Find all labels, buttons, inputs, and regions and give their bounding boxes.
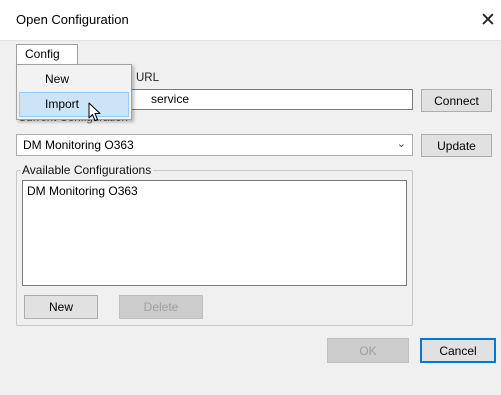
- title-bar-divider: [0, 40, 501, 41]
- current-configuration-value: DM Monitoring O363: [23, 138, 134, 152]
- title-bar: Open Configuration ✕: [0, 0, 501, 40]
- update-button[interactable]: Update: [421, 134, 492, 157]
- mouse-pointer-icon: [88, 102, 101, 121]
- close-icon: ✕: [480, 9, 496, 31]
- service-url-label: URL: [136, 72, 160, 84]
- delete-configuration-button[interactable]: Delete: [119, 295, 203, 319]
- connect-button[interactable]: Connect: [421, 89, 492, 112]
- menu-item-new[interactable]: New: [19, 67, 129, 92]
- close-button[interactable]: ✕: [475, 6, 501, 34]
- menu-item-import[interactable]: Import: [19, 92, 129, 117]
- new-configuration-button[interactable]: New: [24, 295, 98, 319]
- available-configurations-legend: Available Configurations: [20, 163, 154, 177]
- menu-config[interactable]: Config: [16, 44, 78, 65]
- ok-button[interactable]: OK: [327, 338, 409, 363]
- available-configurations-list[interactable]: DM Monitoring O363: [22, 180, 407, 286]
- open-configuration-dialog: Open Configuration ✕ Config URL service …: [0, 0, 501, 395]
- config-dropdown-menu: New Import: [16, 64, 132, 120]
- list-item[interactable]: DM Monitoring O363: [27, 184, 402, 198]
- current-configuration-select[interactable]: DM Monitoring O363 ⌄: [16, 134, 413, 156]
- service-url-value: service: [151, 92, 190, 106]
- chevron-down-icon[interactable]: ⌄: [397, 137, 406, 150]
- menu-bar: Config: [16, 44, 476, 65]
- window-title: Open Configuration: [16, 12, 129, 27]
- cancel-button[interactable]: Cancel: [420, 338, 496, 363]
